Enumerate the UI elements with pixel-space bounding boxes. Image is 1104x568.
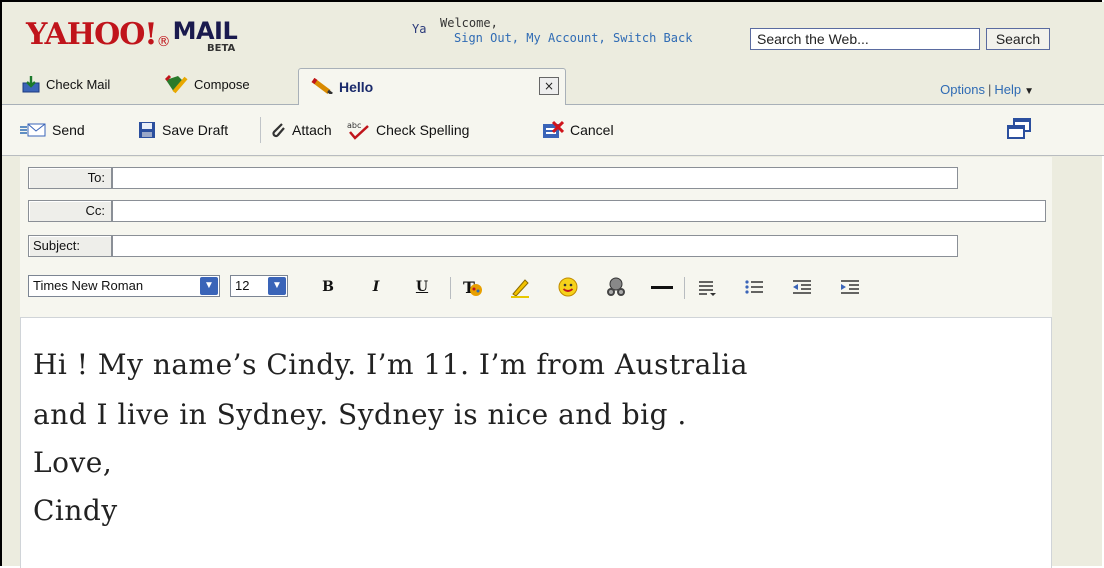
compose-toolbar: Send Save Draft Attach abc Check Spellin… — [2, 105, 1104, 156]
subject-label: Subject: — [28, 235, 112, 257]
web-search-button[interactable]: Search — [986, 28, 1050, 50]
check-mail-button[interactable]: Check Mail — [22, 72, 110, 96]
my-account-link[interactable]: My Account, — [526, 31, 605, 45]
indent-icon[interactable] — [836, 275, 864, 299]
compose-icon — [164, 74, 188, 94]
subject-field[interactable] — [112, 235, 958, 257]
format-divider — [684, 277, 685, 299]
logo-beta-text: BETA — [207, 43, 236, 54]
font-size-select[interactable]: 12 ▼ — [230, 275, 288, 297]
compose-label: Compose — [194, 76, 250, 92]
send-icon — [20, 122, 46, 138]
tab-title: Hello — [339, 79, 374, 95]
check-mail-label: Check Mail — [46, 76, 111, 92]
mail-window: YAHOO! ® MAIL BETA Ya Welcome, Sign Out,… — [0, 0, 1104, 568]
send-button[interactable]: Send — [20, 120, 85, 140]
attach-label: Attach — [292, 122, 332, 138]
cancel-label: Cancel — [570, 122, 614, 138]
align-icon[interactable] — [692, 275, 720, 299]
svg-text:abc: abc — [347, 121, 361, 130]
message-line: Cindy — [33, 494, 118, 527]
font-family-select[interactable]: Times New Roman ▼ — [28, 275, 220, 297]
sign-out-link[interactable]: Sign Out, — [454, 31, 519, 45]
chevron-down-icon: ▼ — [268, 277, 286, 295]
font-size-value: 12 — [235, 278, 250, 293]
cc-button[interactable]: Cc: — [28, 200, 112, 222]
highlight-icon[interactable] — [506, 275, 534, 299]
welcome-text: Welcome, — [440, 16, 498, 30]
web-search-input[interactable]: Search the Web... — [750, 28, 980, 50]
logo-mail-text: MAIL — [172, 17, 238, 45]
message-line: Love, — [33, 446, 113, 479]
insert-image-icon[interactable] — [602, 275, 630, 299]
to-field[interactable] — [112, 167, 958, 189]
font-family-value: Times New Roman — [33, 278, 144, 293]
format-divider — [450, 277, 451, 299]
save-draft-button[interactable]: Save Draft — [138, 120, 228, 140]
floppy-disk-icon — [138, 121, 156, 139]
message-body-editor[interactable]: Hi ! My name’s Cindy. I’m 11. I’m from A… — [20, 317, 1052, 568]
cancel-button[interactable]: Cancel — [542, 120, 614, 140]
compose-button[interactable]: Compose — [164, 72, 250, 96]
horizontal-rule-icon[interactable] — [648, 275, 676, 299]
text-color-icon[interactable]: T — [458, 275, 486, 299]
bold-button[interactable]: B — [314, 275, 342, 299]
logo-mail-block: MAIL BETA — [173, 18, 238, 54]
switch-back-link[interactable]: Switch Back — [613, 31, 692, 45]
formatting-toolbar: Times New Roman ▼ 12 ▼ B I U T — [28, 275, 1038, 299]
toolbar-divider — [260, 117, 261, 143]
chevron-down-icon[interactable]: ▼ — [1024, 86, 1034, 97]
compose-fields: To: Cc: Subject: Times New Roman ▼ 12 ▼ … — [20, 157, 1052, 317]
header: YAHOO! ® MAIL BETA Ya Welcome, Sign Out,… — [2, 2, 1104, 64]
pencil-icon — [311, 78, 333, 94]
underline-button[interactable]: U — [408, 275, 436, 299]
bulleted-list-icon[interactable] — [740, 275, 768, 299]
popout-window-icon[interactable] — [1006, 118, 1032, 140]
chevron-down-icon: ▼ — [200, 277, 218, 295]
check-mail-icon — [22, 75, 40, 93]
cancel-icon — [542, 120, 564, 140]
yahoo-logo-text: YAHOO! — [26, 17, 158, 52]
paperclip-icon — [270, 121, 286, 139]
cc-field[interactable] — [112, 200, 1046, 222]
to-button[interactable]: To: — [28, 167, 112, 189]
help-link[interactable]: Help — [994, 82, 1021, 97]
spell-check-icon: abc — [346, 120, 370, 140]
emoticon-icon[interactable] — [554, 275, 582, 299]
options-help: Options | Help ▼ — [940, 82, 1034, 97]
check-spelling-label: Check Spelling — [376, 122, 470, 138]
save-draft-label: Save Draft — [162, 122, 229, 138]
tab-hello[interactable]: Hello × — [298, 68, 566, 105]
close-tab-icon[interactable]: × — [539, 77, 559, 95]
tabs-bar: Check Mail Compose Hello × Options | Hel… — [2, 64, 1104, 105]
outdent-icon[interactable] — [788, 275, 816, 299]
welcome-prefix: Ya — [412, 22, 427, 36]
account-links: Sign Out, My Account, Switch Back — [454, 31, 692, 45]
attach-button[interactable]: Attach — [270, 120, 332, 140]
logo-dot: ® — [156, 34, 171, 50]
send-label: Send — [52, 122, 85, 138]
message-line: and I live in Sydney. Sydney is nice and… — [33, 398, 687, 431]
message-line: Hi ! My name’s Cindy. I’m 11. I’m from A… — [33, 348, 748, 381]
check-spelling-button[interactable]: abc Check Spelling — [346, 120, 469, 140]
yahoo-mail-logo: YAHOO! ® MAIL BETA — [26, 17, 238, 54]
options-link[interactable]: Options — [940, 82, 985, 97]
italic-button[interactable]: I — [362, 275, 390, 299]
